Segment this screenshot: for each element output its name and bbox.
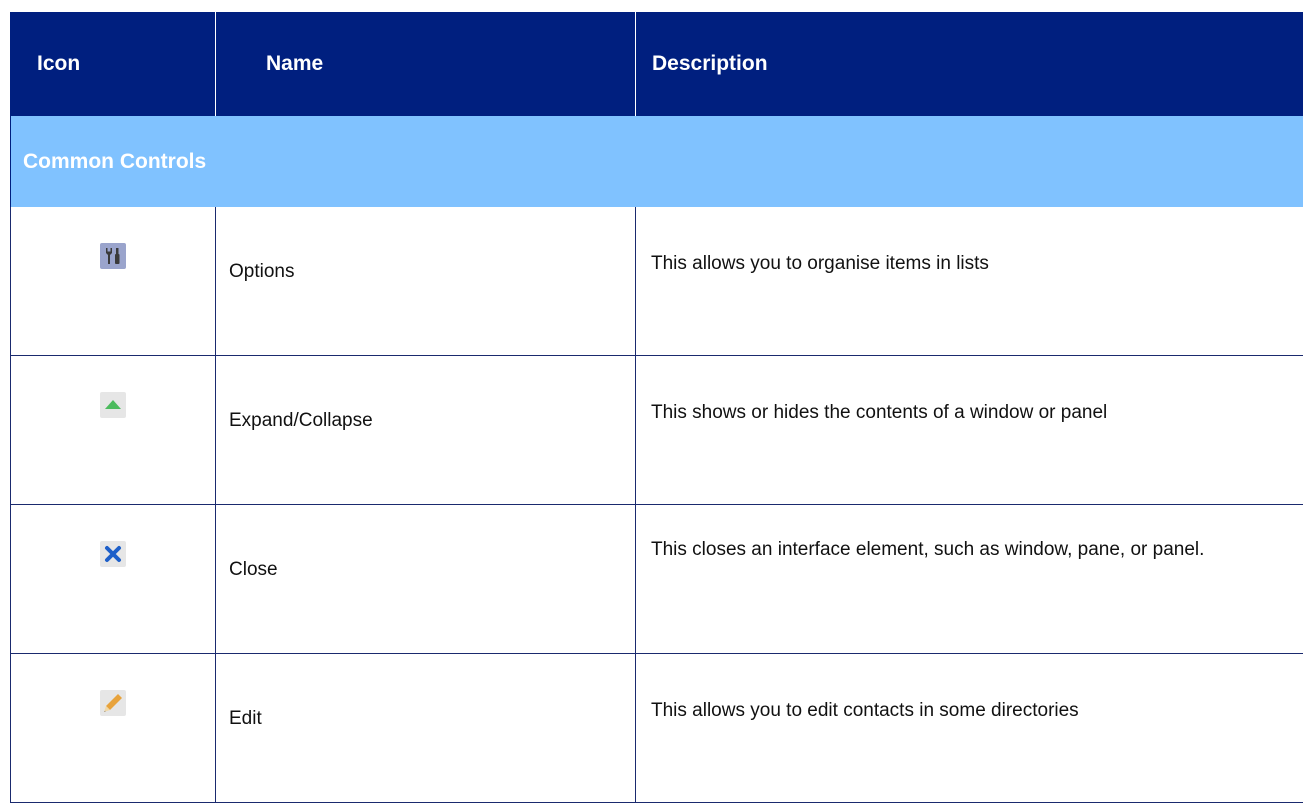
header-icon: Icon: [11, 12, 216, 116]
header-name: Name: [216, 12, 636, 116]
expand-collapse-icon: [100, 392, 126, 418]
controls-table: Icon Name Description Common Controls Op…: [10, 12, 1303, 803]
pencil-icon: [100, 690, 126, 716]
row-name: Edit: [216, 654, 636, 803]
close-icon: [100, 541, 126, 567]
row-description: This allows you to organise items in lis…: [636, 207, 1303, 356]
row-name: Expand/Collapse: [216, 356, 636, 505]
table-row: Edit This allows you to edit contacts in…: [11, 654, 1303, 803]
table-row: Options This allows you to organise item…: [11, 207, 1303, 356]
icon-cell: [11, 356, 216, 505]
options-icon: [100, 243, 126, 269]
table-row: Close This closes an interface element, …: [11, 505, 1303, 654]
table-header-row: Icon Name Description: [11, 12, 1303, 116]
icon-cell: [11, 207, 216, 356]
row-description: This allows you to edit contacts in some…: [636, 654, 1303, 803]
row-description: This closes an interface element, such a…: [636, 505, 1303, 654]
icon-cell: [11, 505, 216, 654]
section-row: Common Controls: [11, 116, 1303, 207]
icon-cell: [11, 654, 216, 803]
table-row: Expand/Collapse This shows or hides the …: [11, 356, 1303, 505]
section-title: Common Controls: [11, 116, 1303, 207]
header-description: Description: [636, 12, 1303, 116]
row-name: Close: [216, 505, 636, 654]
row-description: This shows or hides the contents of a wi…: [636, 356, 1303, 505]
row-name: Options: [216, 207, 636, 356]
